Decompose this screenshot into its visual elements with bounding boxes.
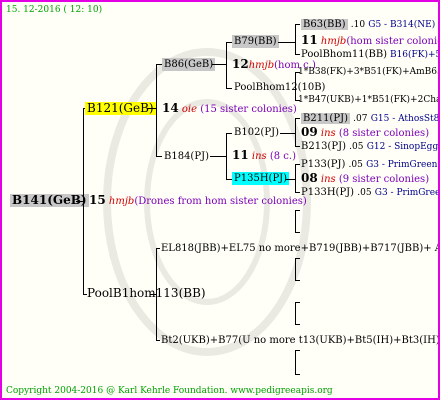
g4-row-8: P133H(PJ) .05 G3 - PrimGreen00	[301, 187, 440, 198]
g4-row-3: 1*B38(FK)+3*B51(FK)+AmB65(FK)	[298, 67, 438, 77]
g3-node-3[interactable]: B102(PJ)	[232, 126, 281, 139]
g4-row-6: B213(PJ) .05 G12 - SinopEgg86R	[301, 141, 439, 152]
header-date: 15. 12-2016 ( 12: 10)	[6, 5, 103, 15]
g3-annotation-4: 08 ins (9 sister colonies)	[301, 171, 430, 186]
g3-node-2[interactable]: PoolBhom12(10B)	[232, 81, 327, 94]
dam-annotation: 14 oie (15 sister colonies)	[162, 101, 297, 116]
g4-row-2: PoolBhom11(BB) B16(FK)+5	[301, 49, 440, 60]
sire-father-row[interactable]: Bt2(UKB)+B77(U no more t13(UKB)+Bt5(IH)+…	[159, 334, 438, 347]
dam-father-node[interactable]: B184(PJ)	[162, 150, 211, 163]
sire-mother-row[interactable]: EL818(JBB)+EL75 no more+B719(JBB)+B717(J…	[159, 242, 438, 255]
footer-copyright: Copyright 2004-2016 @ Karl Kehrle Founda…	[6, 386, 333, 396]
dam-mother-node[interactable]: B86(GeB)	[162, 58, 216, 71]
root-annotation: 15 hmjb(Drones from hom sister colonies)	[89, 193, 307, 208]
g3-node-4[interactable]: P135H(PJ)	[232, 172, 290, 185]
g4-row-7: P133(PJ) .05 G3 - PrimGreen00	[301, 159, 438, 170]
g3-annotation-1: 11 hmjb(hom sister colonies)	[301, 33, 438, 48]
g3-node-1[interactable]: B79(BB)	[232, 35, 279, 48]
g4-row-1: B63(BB) .10 G5 - B314(NE)	[301, 19, 436, 30]
dam-father-annotation: 11 ins (8 c.)	[232, 148, 296, 163]
sire-node[interactable]: PoolB1hom113(BB)	[85, 287, 208, 300]
dam-node[interactable]: B121(GeB)	[85, 102, 156, 115]
g4-row-4: 1*B47(UKB)+1*B51(FK)+2Cha*B	[298, 95, 440, 105]
g3-annotation-3: 09 ins (8 sister colonies)	[301, 125, 430, 140]
g4-row-5: B211(PJ) .07 G15 - AthosSt80R	[301, 113, 440, 124]
pedigree-chart: 15. 12-2016 ( 12: 10) B141(GeB) 15 hmjb(…	[0, 0, 440, 400]
